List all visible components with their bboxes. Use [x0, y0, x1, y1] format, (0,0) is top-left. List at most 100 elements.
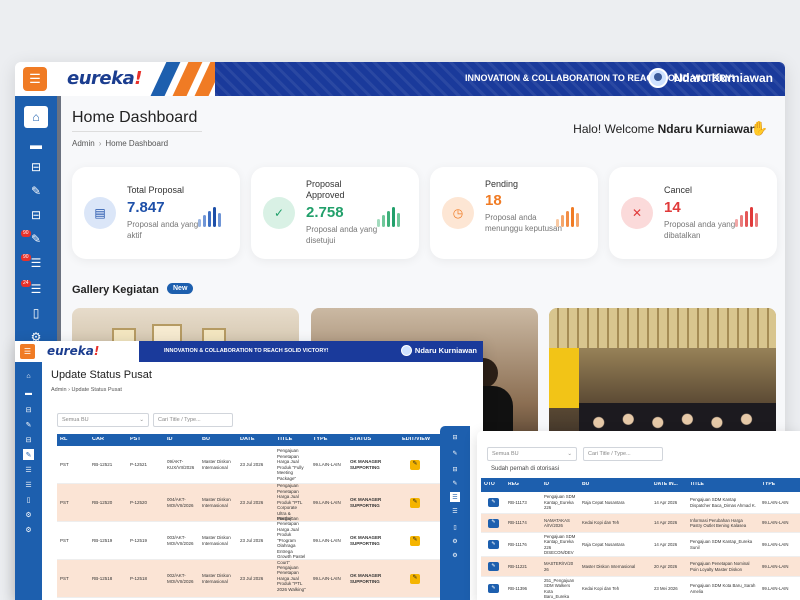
table-cell: PST [60, 499, 69, 505]
inbox-icon[interactable]: ⊟ [23, 404, 34, 415]
chat-icon[interactable]: ▬ [24, 134, 48, 156]
table-row[interactable]: ✎ RB-11174 NAMATAKAS A/IV/2026 Kedai Kop… [481, 514, 800, 533]
card-value: 2.758 [306, 204, 344, 221]
stat-card-approved[interactable]: ✓ Proposal Approved 2.758 Proposal anda … [251, 167, 419, 259]
list-icon[interactable]: ☰ [450, 506, 460, 516]
column-header[interactable]: ID [164, 437, 199, 443]
settings-icon[interactable]: ⚙ [450, 536, 460, 546]
table-row[interactable]: PST RB-12521 P-12521 09/AKT-KUX/VII/2026… [57, 446, 443, 484]
column-header[interactable]: TITLE [274, 437, 310, 443]
file-icon[interactable]: ▯ [24, 302, 48, 324]
column-header[interactable]: REG [505, 482, 541, 488]
table-cell: 99.LAIN-LAIN [762, 499, 789, 505]
list-icon[interactable]: ☰ [450, 492, 460, 502]
status-badge: OK MANAGER SUPPORTING [350, 573, 382, 584]
column-header[interactable]: ID [541, 482, 579, 488]
edit-icon[interactable]: ✎ [450, 478, 460, 488]
bu-filter-select[interactable]: Semua BU ⌄ [57, 413, 149, 427]
card-title: Cancel [664, 185, 693, 195]
column-header[interactable]: PST [127, 437, 164, 443]
search-input[interactable]: Cari Title / Type... [583, 447, 663, 461]
authorize-icon[interactable]: ✎ [488, 562, 499, 571]
breadcrumb-item[interactable]: Admin [51, 387, 67, 393]
inbox-icon[interactable]: ⊟ [450, 432, 460, 442]
edit-icon[interactable]: ✎ [410, 535, 420, 546]
column-header[interactable]: TYPE [310, 437, 347, 443]
authorize-icon[interactable]: ✎ [488, 540, 499, 549]
file-icon[interactable]: ▯ [450, 522, 460, 532]
table-cell: P-12519 [130, 537, 148, 543]
table-row[interactable]: ✎ RB-11221 MASTER/IV/20 26 Master Diskon… [481, 557, 800, 577]
table-row[interactable]: PST RB-12518 P-12518 002/AKT-MOI/VII/202… [57, 560, 443, 598]
column-header[interactable]: EDIT/VIEW [399, 437, 443, 443]
table-row[interactable]: ✎ RB-11173 Pengajuan SDM Kantap_Eureka 2… [481, 492, 800, 514]
edit-icon[interactable]: ✎ [410, 497, 420, 508]
column-header[interactable]: CAR [89, 437, 127, 443]
settings-icon[interactable]: ⚙ [23, 524, 34, 535]
user-menu[interactable]: Ndaru Kurniawan [400, 345, 477, 356]
inbox-icon[interactable]: ⊟ [24, 156, 48, 178]
table-cell: Raja Cepat Nusantara [582, 541, 625, 547]
table-cell: Kedai Kopi dan Teh [582, 520, 620, 526]
column-header[interactable]: BU [579, 482, 651, 488]
search-input[interactable]: Cari Title / Type... [153, 413, 233, 427]
column-header[interactable]: OTO [481, 482, 505, 488]
stat-card-pending[interactable]: ◷ Pending 18 Proposal anda menunggu kepu… [430, 167, 598, 259]
column-header[interactable]: TITLE [687, 482, 759, 488]
inbox-icon[interactable]: ⊟ [24, 204, 48, 226]
menu-toggle-button[interactable]: ☰ [20, 344, 35, 359]
edit-icon[interactable]: ✎ [23, 419, 34, 430]
home-icon[interactable]: ⌂ [23, 371, 34, 382]
file-icon[interactable]: ▯ [23, 494, 34, 505]
sidebar-badge: 90 [21, 230, 31, 237]
table-cell: 23 Mei 2026 [654, 585, 678, 591]
table-cell: 99.LAIN-LAIN [762, 585, 789, 591]
clock-icon: ◷ [442, 197, 474, 229]
inbox-icon[interactable]: ⊟ [23, 434, 34, 445]
column-header[interactable]: DATE [237, 437, 274, 443]
list-icon[interactable]: ☰ [23, 479, 34, 490]
authorize-icon[interactable]: ✎ [488, 584, 499, 593]
breadcrumb-item[interactable]: Admin [72, 139, 95, 148]
chat-icon[interactable]: ▬ [23, 388, 34, 399]
app-logo[interactable]: eureka! [47, 344, 99, 358]
edit-icon[interactable]: ✎ [410, 573, 420, 584]
edit-icon[interactable]: ✎ [23, 449, 34, 460]
table-row[interactable]: PST RB-12519 P-12519 003/AKT-MOI/VII/202… [57, 516, 443, 565]
table-row[interactable]: PST RB-12520 P-12520 004/AKT-MOI/VII/202… [57, 483, 443, 522]
table-cell: 20 Apr 2026 [654, 563, 678, 569]
list-icon[interactable]: ☰ [23, 464, 34, 475]
edit-badge-icon[interactable]: ✎ 90 [21, 228, 48, 250]
user-menu[interactable]: Ndaru Kurniawan [647, 68, 773, 88]
column-header[interactable]: TYPE [759, 482, 800, 488]
edit-icon[interactable]: ✎ [24, 180, 48, 202]
table-row[interactable]: ✎ RB-11176 Pengajuan SDM Kantap_Eureka 2… [481, 533, 800, 557]
edit-icon[interactable]: ✎ [410, 459, 420, 470]
home-icon[interactable]: ⌂ [24, 106, 48, 128]
edit-icon[interactable]: ✎ [450, 448, 460, 458]
table-cell: Pengajuan Penetapan Harga Jual Produk "P… [277, 515, 306, 565]
list-badge-icon[interactable]: ☰ 90 [21, 252, 48, 274]
stat-card-cancel[interactable]: ✕ Cancel 14 Proposal anda yang dibatalka… [609, 167, 777, 259]
authorize-icon[interactable]: ✎ [488, 498, 499, 507]
column-header[interactable]: RL [57, 437, 89, 443]
app-logo[interactable]: eureka! [67, 68, 142, 89]
authorize-icon[interactable]: ✎ [488, 518, 499, 528]
inbox-icon[interactable]: ⊟ [450, 464, 460, 474]
settings-icon[interactable]: ⚙ [450, 550, 460, 560]
table-cell: Master Diskon Internasional [202, 497, 231, 508]
menu-toggle-button[interactable]: ☰ [23, 67, 47, 91]
table-row[interactable]: ✎ RB-11396 251_Pengajuan SDM Walkers Kot… [481, 577, 800, 600]
column-header[interactable]: STATUS [347, 437, 399, 443]
stat-card-total[interactable]: ▤ Total Proposal 7.847 Proposal anda yan… [72, 167, 240, 259]
table-cell: RB-12518 [92, 575, 113, 581]
breadcrumb-item: Home Dashboard [105, 139, 169, 148]
bar-icon [735, 207, 765, 227]
column-header[interactable]: DATE IN... [651, 482, 687, 488]
column-header[interactable]: BU [199, 437, 237, 443]
card-title: Pending [485, 179, 519, 189]
bu-filter-select[interactable]: Semua BU ⌄ [487, 447, 577, 461]
list-badge-icon[interactable]: ☰ 24 [21, 278, 48, 300]
settings-icon[interactable]: ⚙ [23, 509, 34, 520]
table-cell: P-12520 [130, 499, 148, 505]
